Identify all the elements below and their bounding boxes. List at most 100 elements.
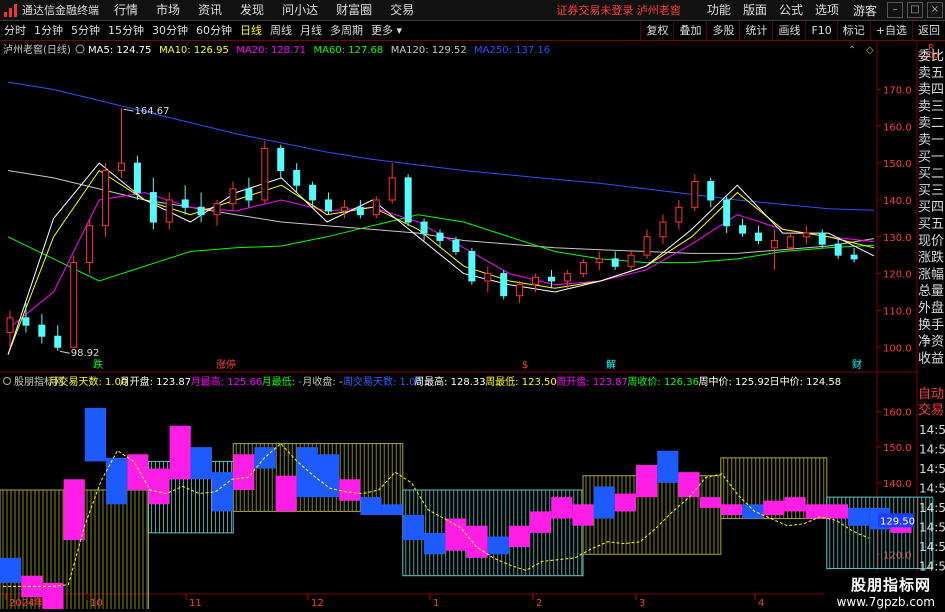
user-label[interactable]: 游客 xyxy=(845,2,885,19)
candle-body-17[interactable] xyxy=(277,147,285,171)
right-menu-item-3[interactable]: 选项 xyxy=(809,0,845,21)
week-box-14[interactable] xyxy=(296,447,318,498)
candle-body-21[interactable] xyxy=(340,206,348,212)
menu-item-1[interactable]: 市场 xyxy=(147,0,189,21)
week-box-27[interactable] xyxy=(572,504,594,526)
week-box-33[interactable] xyxy=(699,497,721,508)
week-box-18[interactable] xyxy=(381,504,403,515)
candle-body-3[interactable] xyxy=(54,335,62,348)
week-box-35[interactable] xyxy=(742,504,764,519)
period-tab-4[interactable]: 30分钟 xyxy=(148,21,192,41)
candle-body-39[interactable] xyxy=(627,254,635,267)
candle-body-28[interactable] xyxy=(452,239,460,253)
week-box-26[interactable] xyxy=(551,497,573,519)
week-box-17[interactable] xyxy=(360,497,382,515)
week-box-11[interactable] xyxy=(233,454,255,490)
week-box-13[interactable] xyxy=(275,475,297,512)
week-box-40[interactable] xyxy=(848,507,870,526)
candle-body-10[interactable] xyxy=(165,199,173,223)
week-box-39[interactable] xyxy=(826,504,848,519)
candle-body-38[interactable] xyxy=(611,258,619,267)
candle-body-32[interactable] xyxy=(516,284,524,297)
candle-body-29[interactable] xyxy=(468,251,476,282)
period-tab-5[interactable]: 60分钟 xyxy=(192,21,236,41)
candle-body-35[interactable] xyxy=(563,273,571,282)
week-box-9[interactable] xyxy=(190,447,212,480)
candle-body-14[interactable] xyxy=(229,188,237,205)
tool-button-2[interactable]: 多股 xyxy=(706,20,739,41)
candle-body-6[interactable] xyxy=(102,169,110,227)
period-tab-0[interactable]: 分时 xyxy=(0,21,30,41)
candle-body-44[interactable] xyxy=(707,181,715,201)
period-tab-6[interactable]: 日线 xyxy=(236,21,266,41)
candle-body-27[interactable] xyxy=(436,232,444,241)
candle-body-49[interactable] xyxy=(786,236,794,249)
week-box-15[interactable] xyxy=(318,454,340,498)
tool-button-8[interactable]: 返回 xyxy=(912,20,945,41)
week-box-3[interactable] xyxy=(63,479,85,540)
kline-chart-svg[interactable]: 170.0 160.0 150.0 140.0 130.0 120.0 110.0 100.0… xyxy=(0,42,945,612)
week-box-31[interactable] xyxy=(657,450,679,483)
candle-body-53[interactable] xyxy=(850,254,858,260)
candle-body-40[interactable] xyxy=(643,236,651,256)
candle-body-46[interactable] xyxy=(739,225,747,234)
menu-item-6[interactable]: 交易 xyxy=(381,0,423,21)
candle-body-24[interactable] xyxy=(388,177,396,201)
candle-body-20[interactable] xyxy=(325,199,333,212)
period-tab-9[interactable]: 多周期 xyxy=(326,21,367,41)
week-box-0[interactable] xyxy=(0,557,22,583)
candle-body-37[interactable] xyxy=(595,258,603,264)
tool-button-5[interactable]: F10 xyxy=(805,20,836,41)
menu-item-0[interactable]: 行情 xyxy=(105,0,147,21)
candle-body-30[interactable] xyxy=(484,273,492,282)
tool-button-1[interactable]: 叠加 xyxy=(673,20,706,41)
candle-body-7[interactable] xyxy=(117,162,125,171)
tool-button-7[interactable]: +自选 xyxy=(869,20,912,41)
week-box-20[interactable] xyxy=(424,532,446,555)
candle-body-34[interactable] xyxy=(547,276,555,282)
candle-body-25[interactable] xyxy=(404,177,412,223)
candle-body-42[interactable] xyxy=(675,206,683,223)
candle-body-2[interactable] xyxy=(38,324,46,337)
candle-body-11[interactable] xyxy=(181,199,189,208)
period-tab-1[interactable]: 1分钟 xyxy=(30,21,67,41)
tool-button-4[interactable]: 画线 xyxy=(772,20,805,41)
candle-body-22[interactable] xyxy=(356,206,364,216)
week-box-36[interactable] xyxy=(763,500,785,515)
week-box-21[interactable] xyxy=(445,518,467,551)
candle-body-51[interactable] xyxy=(818,232,826,245)
week-box-32[interactable] xyxy=(678,472,700,498)
period-tab-8[interactable]: 月线 xyxy=(296,21,326,41)
candle-body-1[interactable] xyxy=(22,317,30,326)
menu-item-3[interactable]: 发现 xyxy=(231,0,273,21)
week-box-24[interactable] xyxy=(508,525,530,548)
right-menu-item-2[interactable]: 公式 xyxy=(773,0,809,21)
tool-button-6[interactable]: 标记 xyxy=(836,20,870,41)
close-icon[interactable]: × xyxy=(927,2,943,18)
candle-body-33[interactable] xyxy=(532,276,540,286)
candle-body-48[interactable] xyxy=(770,239,778,249)
week-box-23[interactable] xyxy=(487,536,509,555)
week-box-28[interactable] xyxy=(593,486,615,519)
week-box-19[interactable] xyxy=(402,515,424,540)
candle-body-45[interactable] xyxy=(723,199,731,227)
week-box-4[interactable] xyxy=(84,407,106,462)
week-box-29[interactable] xyxy=(614,493,636,512)
candle-body-0[interactable] xyxy=(6,317,14,334)
week-box-8[interactable] xyxy=(169,425,191,480)
maximize-icon[interactable]: □ xyxy=(907,2,923,18)
candle-body-12[interactable] xyxy=(197,206,205,216)
tool-button-0[interactable]: 复权 xyxy=(640,20,673,41)
week-box-5[interactable] xyxy=(106,457,128,505)
candle-body-18[interactable] xyxy=(293,169,301,186)
period-tab-3[interactable]: 15分钟 xyxy=(104,21,148,41)
week-box-22[interactable] xyxy=(466,525,488,558)
menu-item-2[interactable]: 资讯 xyxy=(189,0,231,21)
week-box-30[interactable] xyxy=(636,465,658,498)
candle-body-13[interactable] xyxy=(213,203,221,216)
minimize-icon[interactable]: – xyxy=(887,2,903,18)
candle-body-15[interactable] xyxy=(245,188,253,201)
candle-body-5[interactable] xyxy=(86,225,94,264)
login-notice[interactable]: 证券交易未登录 泸州老窖 xyxy=(556,2,681,18)
candle-body-41[interactable] xyxy=(659,221,667,238)
